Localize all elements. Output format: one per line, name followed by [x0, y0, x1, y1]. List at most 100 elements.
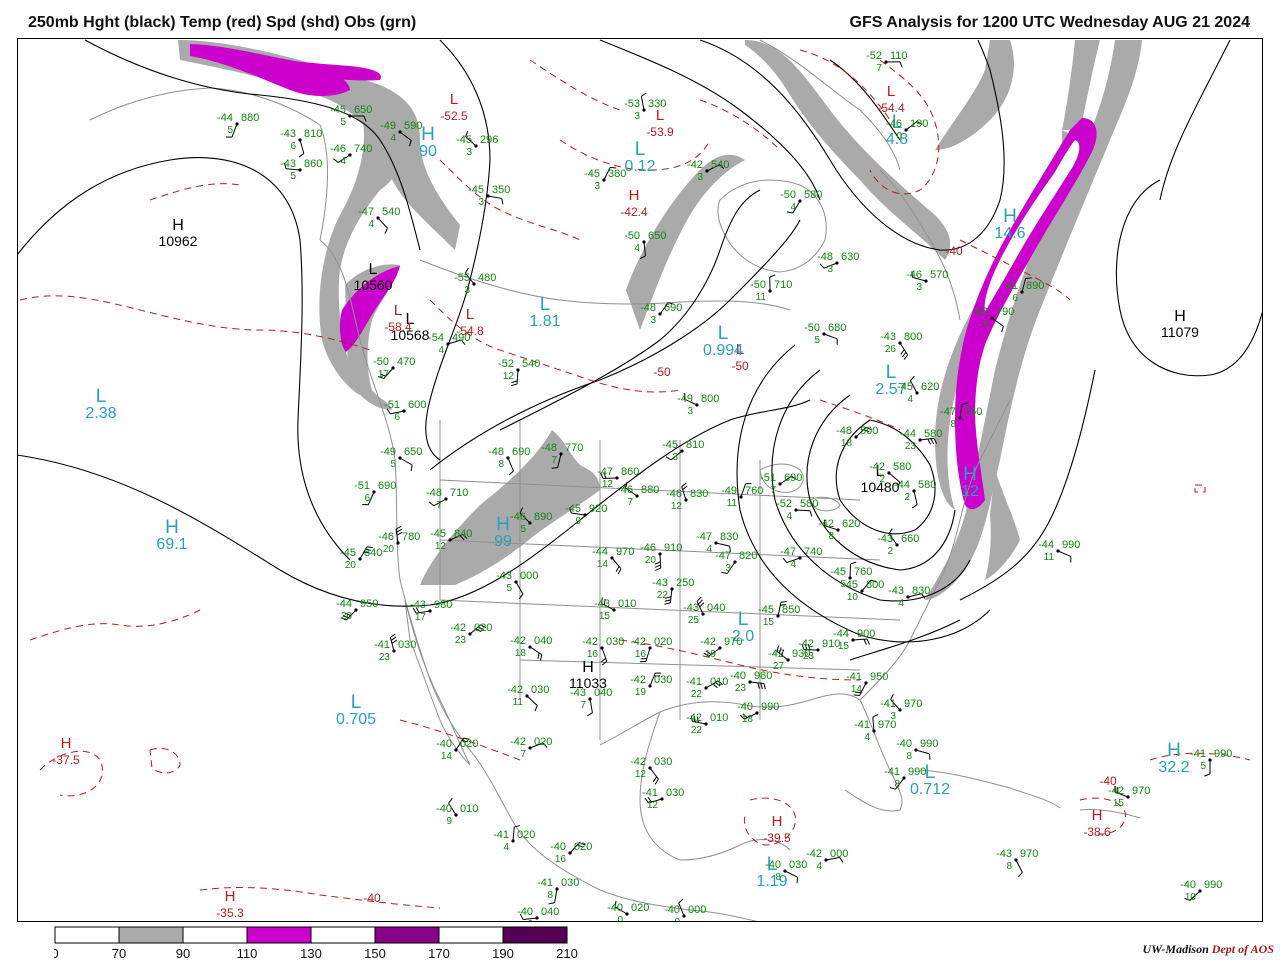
legend-swatch-7: [502, 926, 568, 944]
obs-height: 580: [918, 479, 936, 491]
obs-temperature: -41: [642, 787, 658, 799]
obs-wind-speed: 19: [635, 687, 647, 698]
obs-wind-speed: 3: [594, 181, 600, 192]
obs-temperature: -41: [846, 671, 862, 683]
obs-height: 590: [404, 120, 422, 132]
speed-center-value: 12: [961, 483, 979, 500]
obs-temperature: -42: [630, 674, 646, 686]
obs-wind-speed: 20: [645, 555, 657, 566]
temp-center-letter: L: [887, 83, 895, 100]
obs-height: 650: [354, 104, 372, 116]
obs-height: 250: [676, 577, 694, 589]
obs-temperature: -43: [683, 602, 699, 614]
obs-wind-speed: 12: [435, 541, 447, 552]
obs-height: 990: [908, 766, 926, 778]
obs-wind-speed: 5: [520, 524, 526, 535]
obs-temperature: -43: [410, 599, 426, 611]
credit-dept: Dept of AOS: [1211, 942, 1274, 956]
obs-temperature: -40: [436, 738, 452, 750]
obs-wind-speed: 4: [790, 202, 796, 213]
obs-temperature: -45: [330, 104, 346, 116]
obs-height: 830: [690, 488, 708, 500]
obs-wind-speed: 9: [575, 516, 581, 527]
obs-height: 020: [517, 829, 535, 841]
obs-wind-speed: 4: [898, 598, 904, 609]
obs-wind-speed: 11: [1044, 552, 1055, 563]
obs-temperature: -48: [817, 251, 833, 263]
legend-label-6: 170: [428, 946, 450, 960]
obs-height: 110: [890, 50, 908, 62]
obs-temperature: -43: [280, 128, 296, 140]
obs-temperature: -40: [550, 841, 566, 853]
obs-wind-speed: 18: [841, 438, 853, 449]
obs-wind-speed: 7: [551, 455, 557, 466]
obs-height: 690: [378, 480, 396, 492]
obs-wind-speed: 17: [378, 369, 390, 380]
legend-swatch-5: [374, 926, 440, 944]
obs-height: 020: [654, 636, 672, 648]
obs-temperature: -42: [630, 636, 646, 648]
obs-height: 040: [707, 602, 725, 614]
legend-label-4: 130: [300, 946, 322, 960]
obs-temperature: -50: [750, 279, 766, 291]
obs-wind-speed: 8: [498, 459, 504, 470]
temp-center-letter: H: [61, 735, 72, 752]
weather-map[interactable]: H10962L10560L10568H11079H11033L10480 L-5…: [17, 38, 1263, 922]
obs-wind-speed: 11: [756, 292, 767, 303]
obs-height: 000: [520, 570, 538, 582]
speed-center-value: 0.994: [703, 342, 743, 359]
obs-temperature: -48: [426, 487, 442, 499]
obs-temperature: -40: [737, 701, 753, 713]
obs-height: 010: [460, 803, 478, 815]
obs-wind-speed: 4: [907, 394, 913, 405]
credit-org: UW-Madison: [1142, 942, 1209, 956]
obs-wind-speed: 14: [851, 684, 863, 695]
obs-height: 030: [398, 639, 416, 651]
obs-height: 190: [910, 118, 928, 130]
obs-temperature: -46: [906, 269, 922, 281]
obs-height: 030: [654, 756, 672, 768]
obs-height: 350: [492, 184, 510, 196]
obs-temperature: -43: [594, 598, 610, 610]
obs-height: 030: [666, 787, 684, 799]
height-center-value: 10962: [159, 233, 198, 249]
height-center-letter: L: [369, 261, 378, 278]
obs-wind-speed: 20: [341, 611, 353, 622]
obs-wind-speed: 3: [827, 264, 833, 275]
speed-center-letter: L: [718, 323, 729, 344]
obs-wind-speed: 25: [688, 615, 700, 626]
obs-height: 980: [754, 670, 772, 682]
legend-label-7: 190: [492, 946, 514, 960]
temp-center-letter: L: [466, 306, 474, 323]
obs-height: 690: [664, 302, 682, 314]
speed-center-letter: L: [540, 294, 551, 315]
obs-height: 860: [304, 158, 322, 170]
obs-wind-speed: 15: [1113, 798, 1125, 809]
obs-height: 880: [241, 112, 259, 124]
obs-height: 000: [830, 848, 848, 860]
legend-label-5: 150: [364, 946, 386, 960]
obs-height: 330: [648, 98, 666, 110]
obs-height: 850: [782, 604, 800, 616]
obs-height: 970: [1132, 785, 1150, 797]
obs-temperature: -51: [384, 399, 400, 411]
temp-center-value: -37.5: [52, 753, 80, 767]
speed-center-value: 0.705: [336, 711, 376, 728]
obs-wind-speed: 8: [894, 779, 900, 790]
obs-temperature: -42: [630, 756, 646, 768]
obs-wind-speed: 12: [503, 371, 515, 382]
obs-wind-speed: 22: [691, 689, 703, 700]
obs-height: 990: [1214, 748, 1232, 760]
obs-wind-speed: 7: [580, 700, 586, 711]
obs-wind-speed: 7: [770, 485, 776, 496]
obs-temperature: -42: [582, 636, 598, 648]
obs-temperature: -41: [880, 698, 896, 710]
speed-center-letter: L: [351, 692, 362, 713]
obs-temperature: -45: [340, 547, 356, 559]
legend-label-3: 110: [237, 946, 258, 960]
obs-height: 010: [710, 712, 728, 724]
obs-height: 830: [720, 531, 738, 543]
obs-temperature: -52: [866, 50, 882, 62]
obs-height: 490: [452, 332, 470, 344]
obs-temperature: -42: [510, 736, 526, 748]
